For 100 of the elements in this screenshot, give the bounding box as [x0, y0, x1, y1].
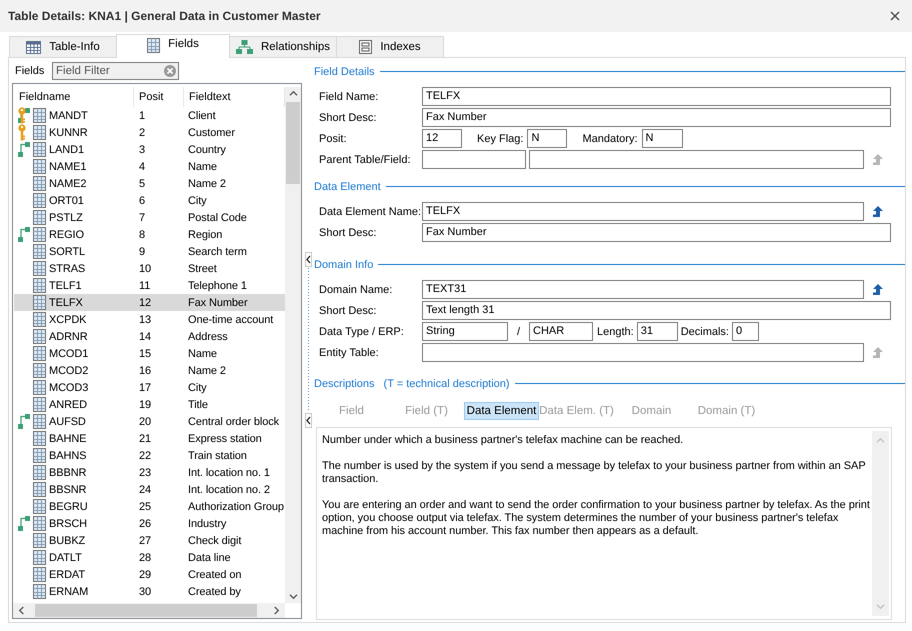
scrollbar-thumb[interactable] — [35, 604, 257, 617]
field-row[interactable]: ORT01 6 City — [14, 192, 285, 209]
grid-icon — [33, 227, 46, 242]
field-row[interactable]: XCPDK 13 One-time account — [14, 311, 285, 328]
column-header[interactable]: Fieldname — [14, 87, 134, 107]
table-cell-text: 22 — [138, 450, 152, 462]
text-field[interactable] — [422, 150, 526, 169]
field-row[interactable]: AUFSD 20 Central order block — [14, 413, 285, 430]
field-row[interactable]: ERNAM 30 Created by — [14, 583, 285, 600]
table-cell-text: 19 — [138, 398, 152, 410]
field-row[interactable]: ANRED 19 Title — [14, 396, 285, 413]
text-field[interactable]: Fax Number — [422, 108, 891, 127]
vertical-scrollbar[interactable] — [285, 87, 301, 603]
field-row[interactable]: BAHNS 22 Train station — [14, 447, 285, 464]
table-cell-text: 4 — [138, 160, 146, 172]
text-field[interactable]: Fax Number — [422, 223, 891, 242]
field-row[interactable]: BUBKZ 27 Check digit — [14, 532, 285, 549]
field-row[interactable]: BBBNR 23 Int. location no. 1 — [14, 464, 285, 481]
table-cell-text: 25 — [138, 500, 152, 512]
text-field[interactable]: 12 — [422, 129, 462, 148]
section-title: Domain Info — [314, 258, 374, 270]
description-tab[interactable]: Data Element — [464, 402, 539, 420]
tab[interactable]: Indexes — [336, 36, 444, 57]
grid-icon — [33, 448, 46, 463]
table-cell-text: Address — [187, 330, 229, 342]
table-cell-text: 13 — [138, 314, 152, 326]
field-row[interactable]: MCOD1 15 Name — [14, 345, 285, 362]
grid-icon — [33, 414, 46, 429]
grid-icon — [33, 108, 46, 123]
text-field[interactable]: TEXT31 — [422, 280, 864, 299]
table-cell-text: Name 2 — [187, 364, 227, 376]
table-cell-text: 6 — [138, 194, 146, 206]
horizontal-scrollbar[interactable] — [13, 603, 285, 618]
text-field[interactable]: TELFX — [422, 202, 864, 221]
grid-icon — [147, 38, 160, 53]
scrollbar-thumb[interactable] — [286, 102, 300, 184]
up-arrow-icon[interactable] — [872, 284, 883, 295]
filter-field[interactable]: Field Filter — [52, 62, 179, 80]
tab[interactable]: Fields — [116, 34, 230, 58]
grid-icon — [33, 363, 46, 378]
text-field[interactable] — [422, 343, 864, 362]
caret-left-icon[interactable] — [18, 606, 25, 615]
table-cell: NAME1 — [49, 160, 86, 172]
field-row[interactable]: LAND1 3 Country — [14, 141, 285, 158]
caret-down-icon[interactable] — [288, 593, 298, 600]
text-field[interactable]: 31 — [636, 322, 678, 341]
table-cell-text: Created by — [187, 586, 242, 598]
field-row[interactable]: MCOD3 17 City — [14, 379, 285, 396]
field-row[interactable]: REGIO 8 Region — [14, 226, 285, 243]
grid-icon — [33, 125, 46, 140]
field-row[interactable]: TELF1 11 Telephone 1 — [14, 277, 285, 294]
window-title: Table Details: KNA1 | General Data in Customer Master — [8, 9, 321, 23]
grid-icon — [33, 431, 46, 446]
table-cell-text: 21 — [138, 432, 152, 444]
table-cell-text: Express station — [187, 432, 263, 444]
text-field[interactable]: CHAR — [529, 322, 593, 341]
splitter-handle[interactable] — [304, 252, 312, 428]
text-field[interactable]: TELFX — [422, 87, 891, 106]
caret-up-icon[interactable] — [288, 90, 298, 97]
tab[interactable]: Table-Info — [9, 36, 117, 57]
field-row[interactable]: SORTL 9 Search term — [14, 243, 285, 260]
field-row[interactable]: MCOD2 16 Name 2 — [14, 362, 285, 379]
field-row[interactable]: STRAS 10 Street — [14, 260, 285, 277]
text-field[interactable]: String — [422, 322, 508, 341]
field-row[interactable]: KUNNR 2 Customer — [14, 124, 285, 141]
field-row[interactable]: NAME1 4 Name — [14, 158, 285, 175]
text-field[interactable]: N — [642, 129, 682, 148]
description-box[interactable] — [316, 427, 892, 620]
field-row[interactable]: BAHNE 21 Express station — [14, 430, 285, 447]
text-field[interactable]: 0 — [732, 322, 759, 341]
text-field[interactable]: N — [527, 129, 568, 148]
table-cell-text: 10 — [138, 262, 152, 274]
field-row[interactable]: BEGRU 25 Authorization Group — [14, 498, 285, 515]
table-cell-text: 27 — [138, 534, 152, 546]
field-row[interactable]: ADRNR 14 Address — [14, 328, 285, 345]
table-cell-text: Train station — [187, 450, 248, 462]
column-header[interactable]: Posit — [134, 87, 184, 107]
text-field[interactable] — [529, 150, 864, 169]
table-cell: BAHNS — [49, 450, 86, 462]
table-cell-text: 12 — [138, 296, 152, 308]
table-cell: ERDAT — [49, 568, 85, 580]
table-cell-text: Name 2 — [187, 178, 227, 190]
close-icon[interactable] — [890, 11, 900, 21]
field-row[interactable]: BBSNR 24 Int. location no. 2 — [14, 481, 285, 498]
text-field[interactable]: Text length 31 — [422, 301, 891, 320]
field-row[interactable]: TELFX 12 Fax Number — [14, 294, 285, 311]
table-cell-text: Data line — [187, 552, 232, 564]
caret-right-icon[interactable] — [273, 606, 280, 615]
up-arrow-icon[interactable] — [872, 206, 883, 217]
field-row[interactable]: MANDT 1 Client — [14, 107, 285, 124]
field-row[interactable]: PSTLZ 7 Postal Code — [14, 209, 285, 226]
table-cell-text: 5 — [138, 178, 146, 190]
grid-icon — [33, 380, 46, 395]
field-row[interactable]: DATLT 28 Data line — [14, 549, 285, 566]
field-row[interactable]: NAME2 5 Name 2 — [14, 175, 285, 192]
field-row[interactable]: BRSCH 26 Industry — [14, 515, 285, 532]
field-row[interactable]: ERDAT 29 Created on — [14, 566, 285, 583]
grid-icon — [33, 499, 46, 514]
tab[interactable]: Relationships — [229, 36, 337, 57]
clear-icon[interactable] — [164, 65, 176, 77]
